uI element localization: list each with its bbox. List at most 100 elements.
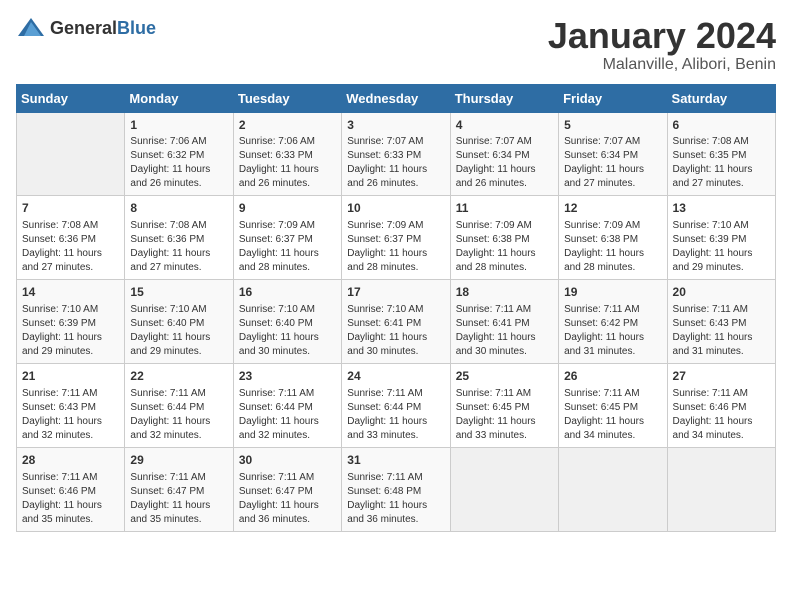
calendar-day-cell: [559, 447, 667, 531]
calendar-day-cell: 15 Sunrise: 7:10 AMSunset: 6:40 PMDayligh…: [125, 280, 233, 364]
calendar-table: SundayMondayTuesdayWednesdayThursdayFrid…: [16, 84, 776, 532]
day-number: 10: [347, 200, 444, 217]
logo-text-general: General: [50, 18, 117, 38]
day-number: 26: [564, 368, 661, 385]
calendar-day-cell: 25 Sunrise: 7:11 AMSunset: 6:45 PMDayligh…: [450, 363, 558, 447]
weekday-header-cell: Monday: [125, 84, 233, 112]
day-info: Sunrise: 7:11 AMSunset: 6:47 PMDaylight:…: [239, 471, 336, 527]
day-number: 3: [347, 117, 444, 134]
page-header: GeneralBlue January 2024 Malanville, Ali…: [16, 16, 776, 74]
logo-text-blue: Blue: [117, 18, 156, 38]
calendar-day-cell: 6Sunrise: 7:08 AMSunset: 6:35 PMDaylight…: [667, 112, 775, 196]
calendar-day-cell: 16Sunrise: 7:10 AMSunset: 6:40 PMDayligh…: [233, 280, 341, 364]
day-info: Sunrise: 7:09 AMSunset: 6:38 PMDaylight:…: [456, 219, 553, 275]
day-number: 11: [456, 200, 553, 217]
calendar-day-cell: 22 Sunrise: 7:11 AMSunset: 6:44 PMDayligh…: [125, 363, 233, 447]
calendar-day-cell: 11 Sunrise: 7:09 AMSunset: 6:38 PMDayligh…: [450, 196, 558, 280]
day-number: 17: [347, 284, 444, 301]
calendar-day-cell: 7Sunrise: 7:08 AMSunset: 6:36 PMDaylight…: [17, 196, 125, 280]
calendar-day-cell: 12Sunrise: 7:09 AMSunset: 6:38 PMDayligh…: [559, 196, 667, 280]
day-info: Sunrise: 7:11 AMSunset: 6:45 PMDaylight:…: [456, 387, 553, 443]
calendar-subtitle: Malanville, Alibori, Benin: [548, 56, 776, 74]
day-number: 1: [130, 117, 227, 134]
day-number: 31: [347, 452, 444, 469]
day-number: 6: [673, 117, 770, 134]
calendar-week-row: 7Sunrise: 7:08 AMSunset: 6:36 PMDaylight…: [17, 196, 776, 280]
weekday-header-cell: Saturday: [667, 84, 775, 112]
day-number: 21: [22, 368, 119, 385]
weekday-header-cell: Thursday: [450, 84, 558, 112]
day-number: 8: [130, 200, 227, 217]
title-area: January 2024 Malanville, Alibori, Benin: [548, 16, 776, 74]
calendar-day-cell: 21 Sunrise: 7:11 AMSunset: 6:43 PMDayligh…: [17, 363, 125, 447]
day-info: Sunrise: 7:10 AMSunset: 6:40 PMDaylight:…: [239, 303, 336, 359]
day-number: 20: [673, 284, 770, 301]
day-info: Sunrise: 7:10 AMSunset: 6:39 PMDaylight:…: [22, 303, 119, 359]
day-number: 27: [673, 368, 770, 385]
calendar-day-cell: 13 Sunrise: 7:10 AMSunset: 6:39 PMDayligh…: [667, 196, 775, 280]
day-info: Sunrise: 7:11 AMSunset: 6:44 PMDaylight:…: [239, 387, 336, 443]
day-info: Sunrise: 7:11 AMSunset: 6:42 PMDaylight:…: [564, 303, 661, 359]
calendar-day-cell: 14 Sunrise: 7:10 AMSunset: 6:39 PMDayligh…: [17, 280, 125, 364]
day-number: 4: [456, 117, 553, 134]
day-info: Sunrise: 7:11 AMSunset: 6:43 PMDaylight:…: [673, 303, 770, 359]
day-info: Sunrise: 7:11 AMSunset: 6:44 PMDaylight:…: [130, 387, 227, 443]
day-info: Sunrise: 7:11 AMSunset: 6:45 PMDaylight:…: [564, 387, 661, 443]
day-info: Sunrise: 7:11 AMSunset: 6:46 PMDaylight:…: [673, 387, 770, 443]
calendar-day-cell: [667, 447, 775, 531]
calendar-body: 1Sunrise: 7:06 AMSunset: 6:32 PMDaylight…: [17, 112, 776, 531]
day-info: Sunrise: 7:09 AMSunset: 6:37 PMDaylight:…: [239, 219, 336, 275]
calendar-week-row: 1Sunrise: 7:06 AMSunset: 6:32 PMDaylight…: [17, 112, 776, 196]
calendar-day-cell: 30 Sunrise: 7:11 AMSunset: 6:47 PMDayligh…: [233, 447, 341, 531]
day-info: Sunrise: 7:07 AMSunset: 6:33 PMDaylight:…: [347, 135, 444, 191]
weekday-header-row: SundayMondayTuesdayWednesdayThursdayFrid…: [17, 84, 776, 112]
day-info: Sunrise: 7:06 AMSunset: 6:32 PMDaylight:…: [130, 135, 227, 191]
day-number: 22: [130, 368, 227, 385]
calendar-day-cell: 27 Sunrise: 7:11 AMSunset: 6:46 PMDayligh…: [667, 363, 775, 447]
calendar-week-row: 21 Sunrise: 7:11 AMSunset: 6:43 PMDayligh…: [17, 363, 776, 447]
day-number: 13: [673, 200, 770, 217]
calendar-day-cell: 9Sunrise: 7:09 AMSunset: 6:37 PMDaylight…: [233, 196, 341, 280]
day-number: 28: [22, 452, 119, 469]
calendar-day-cell: 26 Sunrise: 7:11 AMSunset: 6:45 PMDayligh…: [559, 363, 667, 447]
day-info: Sunrise: 7:10 AMSunset: 6:40 PMDaylight:…: [130, 303, 227, 359]
calendar-day-cell: 23 Sunrise: 7:11 AMSunset: 6:44 PMDayligh…: [233, 363, 341, 447]
day-info: Sunrise: 7:11 AMSunset: 6:47 PMDaylight:…: [130, 471, 227, 527]
day-number: 19: [564, 284, 661, 301]
calendar-day-cell: [17, 112, 125, 196]
day-number: 5: [564, 117, 661, 134]
day-number: 15: [130, 284, 227, 301]
day-info: Sunrise: 7:08 AMSunset: 6:36 PMDaylight:…: [22, 219, 119, 275]
day-number: 12: [564, 200, 661, 217]
day-info: Sunrise: 7:08 AMSunset: 6:36 PMDaylight:…: [130, 219, 227, 275]
day-info: Sunrise: 7:10 AMSunset: 6:39 PMDaylight:…: [673, 219, 770, 275]
day-info: Sunrise: 7:11 AMSunset: 6:44 PMDaylight:…: [347, 387, 444, 443]
calendar-day-cell: [450, 447, 558, 531]
calendar-week-row: 28 Sunrise: 7:11 AMSunset: 6:46 PMDayligh…: [17, 447, 776, 531]
calendar-day-cell: 24 Sunrise: 7:11 AMSunset: 6:44 PMDayligh…: [342, 363, 450, 447]
calendar-day-cell: 29Sunrise: 7:11 AMSunset: 6:47 PMDayligh…: [125, 447, 233, 531]
logo: GeneralBlue: [16, 16, 156, 40]
calendar-title: January 2024: [548, 16, 776, 56]
day-info: Sunrise: 7:07 AMSunset: 6:34 PMDaylight:…: [456, 135, 553, 191]
day-info: Sunrise: 7:10 AMSunset: 6:41 PMDaylight:…: [347, 303, 444, 359]
day-info: Sunrise: 7:11 AMSunset: 6:46 PMDaylight:…: [22, 471, 119, 527]
calendar-day-cell: 3Sunrise: 7:07 AMSunset: 6:33 PMDaylight…: [342, 112, 450, 196]
calendar-day-cell: 2Sunrise: 7:06 AMSunset: 6:33 PMDaylight…: [233, 112, 341, 196]
calendar-day-cell: 8 Sunrise: 7:08 AMSunset: 6:36 PMDaylight…: [125, 196, 233, 280]
day-info: Sunrise: 7:11 AMSunset: 6:43 PMDaylight:…: [22, 387, 119, 443]
day-number: 25: [456, 368, 553, 385]
weekday-header-cell: Sunday: [17, 84, 125, 112]
day-number: 24: [347, 368, 444, 385]
weekday-header-cell: Tuesday: [233, 84, 341, 112]
day-info: Sunrise: 7:08 AMSunset: 6:35 PMDaylight:…: [673, 135, 770, 191]
calendar-day-cell: 1Sunrise: 7:06 AMSunset: 6:32 PMDaylight…: [125, 112, 233, 196]
day-info: Sunrise: 7:09 AMSunset: 6:37 PMDaylight:…: [347, 219, 444, 275]
day-number: 30: [239, 452, 336, 469]
calendar-day-cell: 20 Sunrise: 7:11 AMSunset: 6:43 PMDayligh…: [667, 280, 775, 364]
calendar-day-cell: 28 Sunrise: 7:11 AMSunset: 6:46 PMDayligh…: [17, 447, 125, 531]
calendar-day-cell: 31Sunrise: 7:11 AMSunset: 6:48 PMDayligh…: [342, 447, 450, 531]
day-number: 23: [239, 368, 336, 385]
day-number: 14: [22, 284, 119, 301]
day-number: 2: [239, 117, 336, 134]
